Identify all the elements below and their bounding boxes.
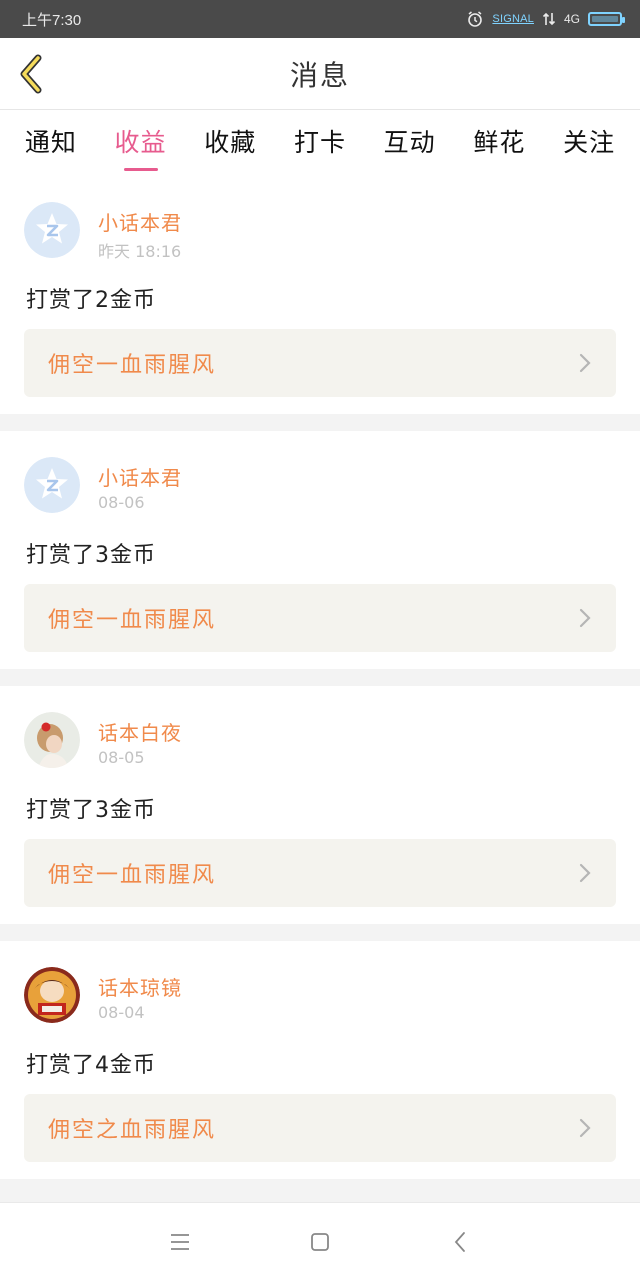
home-button[interactable] [300, 1222, 340, 1262]
message-time: 昨天 18:16 [98, 242, 182, 261]
user-photo-cartoon [24, 967, 80, 1023]
work-title: 佣空一血雨腥风 [48, 863, 217, 888]
message-time: 08-04 [98, 1003, 145, 1022]
work-title: 佣空一血雨腥风 [48, 353, 217, 378]
reward-text: 打赏了2金币 [26, 288, 156, 313]
message-list: 小话本君 昨天 18:16 打赏了2金币 佣空一血雨腥风 小话本君 08-06 … [0, 176, 640, 1196]
page-title: 消息 [289, 58, 350, 92]
tab-earnings[interactable]: 收益 [111, 117, 171, 169]
home-square-icon [311, 1232, 329, 1251]
battery-icon [588, 12, 625, 26]
signal-label: SIGNAL [492, 13, 534, 25]
network-type: 4G [563, 12, 580, 26]
tab-notifications[interactable]: 通知 [21, 117, 81, 169]
system-nav-bar [0, 1202, 640, 1280]
reward-text: 打赏了4金币 [26, 1053, 156, 1078]
user-photo-girl [24, 712, 80, 768]
back-chevron-icon [454, 1231, 465, 1252]
tab-bar: 通知 收益 收藏 打卡 互动 鲜花 关注 [0, 110, 640, 176]
message-card: 小话本君 08-06 打赏了3金币 佣空一血雨腥风 [0, 431, 640, 669]
sender-name[interactable]: 小话本君 [98, 207, 182, 236]
chevron-right-icon [579, 608, 591, 628]
sender-name[interactable]: 话本白夜 [98, 717, 182, 746]
work-title: 佣空之血雨腥风 [48, 1118, 217, 1143]
menu-button[interactable] [160, 1222, 200, 1262]
menu-icon [171, 1233, 189, 1250]
message-card: 话本琼镜 08-04 打赏了4金币 佣空之血雨腥风 [0, 941, 640, 1179]
chevron-right-icon [579, 1118, 591, 1138]
data-transfer-icon [542, 12, 556, 26]
avatar[interactable] [24, 457, 80, 513]
tab-interactions[interactable]: 互动 [380, 117, 440, 169]
chevron-right-icon [579, 353, 591, 373]
message-time: 08-05 [98, 748, 145, 767]
work-link[interactable]: 佣空一血雨腥风 [24, 329, 616, 397]
message-card: 话本白夜 08-05 打赏了3金币 佣空一血雨腥风 [0, 686, 640, 924]
title-bar: 消息 [0, 38, 640, 110]
tab-flowers[interactable]: 鲜花 [469, 117, 529, 169]
avatar[interactable] [24, 202, 80, 258]
tab-following[interactable]: 关注 [559, 117, 619, 169]
qq-default-avatar-icon [24, 457, 80, 513]
status-time: 上午7:30 [22, 11, 82, 29]
work-link[interactable]: 佣空一血雨腥风 [24, 584, 616, 652]
reward-text: 打赏了3金币 [26, 798, 156, 823]
tab-checkin[interactable]: 打卡 [290, 117, 350, 169]
message-time: 08-06 [98, 493, 145, 512]
message-card: 小话本君 昨天 18:16 打赏了2金币 佣空一血雨腥风 [0, 176, 640, 414]
alarm-icon [468, 11, 483, 27]
avatar[interactable] [24, 712, 80, 768]
sender-name[interactable]: 小话本君 [98, 462, 182, 491]
back-button[interactable] [440, 1222, 480, 1262]
work-title: 佣空一血雨腥风 [48, 608, 217, 633]
work-link[interactable]: 佣空一血雨腥风 [24, 839, 616, 907]
work-link[interactable]: 佣空之血雨腥风 [24, 1094, 616, 1162]
qq-default-avatar-icon [24, 202, 80, 258]
reward-text: 打赏了3金币 [26, 543, 156, 568]
back-arrow-icon[interactable] [16, 54, 48, 94]
status-icons: SIGNAL 4G [466, 10, 625, 28]
chevron-right-icon [579, 863, 591, 883]
status-bar: 上午7:30 SIGNAL 4G [0, 0, 640, 38]
tab-favorites[interactable]: 收藏 [200, 117, 260, 169]
avatar[interactable] [24, 967, 80, 1023]
sender-name[interactable]: 话本琼镜 [98, 972, 182, 1001]
